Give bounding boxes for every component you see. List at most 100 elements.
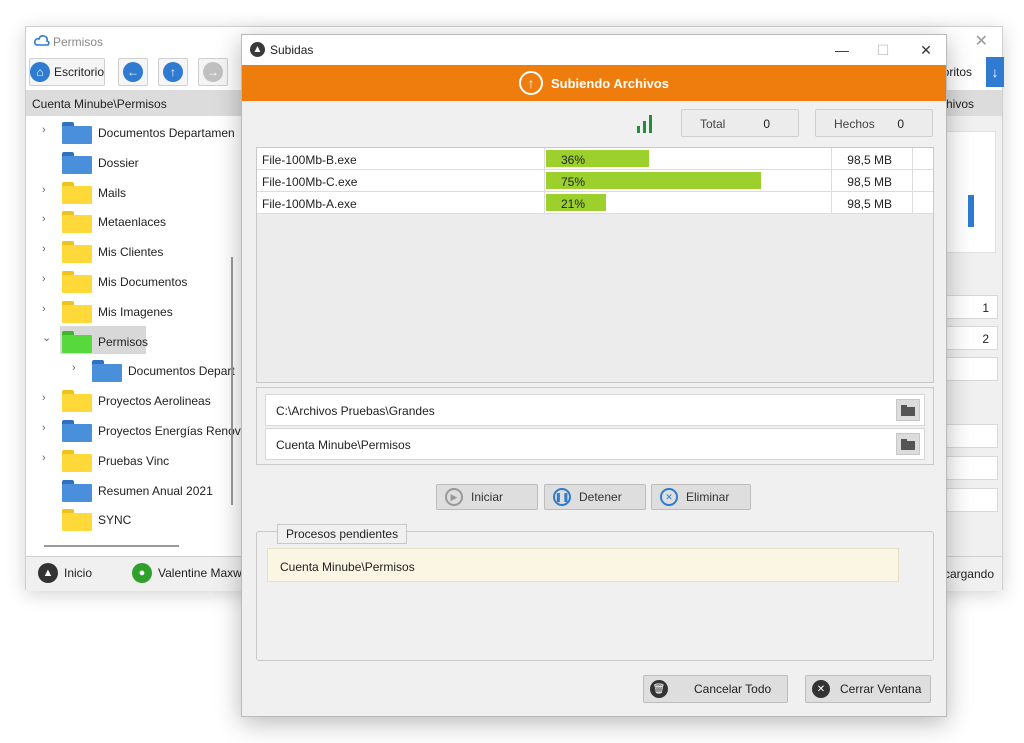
tree-item-label: Metaenlaces [98,215,167,230]
folder-icon [62,390,92,413]
bg-window-title: Permisos [53,35,104,49]
folder-icon [62,330,92,353]
remove-button[interactable]: ✕ Eliminar [651,484,751,510]
chevron-down-icon[interactable]: ⌄ [42,331,51,344]
tree-item-label: Pruebas Vinc [98,453,170,468]
minimize-button[interactable]: — [828,39,856,61]
chevron-right-icon[interactable]: › [42,124,46,136]
pending-item-text: Cuenta Minube\Permisos [280,560,415,574]
bg-right-accent [968,195,974,227]
pending-item[interactable]: Cuenta Minube\Permisos [267,548,899,582]
user-icon: ● [132,563,152,583]
up-button[interactable]: ↑ [158,58,188,86]
back-button[interactable]: ← [118,58,148,86]
browse-dest-button[interactable] [896,433,920,455]
cancel-all-button[interactable]: 🗑 Cancelar Todo [643,675,788,703]
chevron-right-icon[interactable]: › [42,273,46,285]
upload-file-list[interactable]: File-100Mb-B.exe 36% 98,5 MB File-100Mb-C.e… [256,147,934,383]
tree-vertical-scrollbar[interactable] [231,257,233,505]
tree-item[interactable]: › Mails [42,179,126,207]
folder-tree: › Documentos Departamen Dossier › Mails › Meta… [26,116,242,556]
file-size: 98,5 MB [847,153,892,167]
user-name: Valentine Maxwe [158,566,249,580]
tree-item[interactable]: › Proyectos Energías Renov [42,417,241,445]
tree-item[interactable]: › Documentos Depart [72,357,235,385]
favorites-fragment[interactable]: oritos [943,65,972,79]
user-status[interactable]: ● Valentine Maxwe [132,563,249,583]
folder-icon [62,241,92,264]
bg-field[interactable] [946,424,998,448]
bg-number-field-2[interactable]: 2 [946,326,998,350]
signal-icon [637,115,657,133]
file-name: File-100Mb-B.exe [262,153,357,167]
folder-icon [62,122,92,144]
stop-button[interactable]: ❚❚ Detener [544,484,646,510]
upload-banner: ↑ Subiendo Archivos [242,65,946,101]
chevron-right-icon[interactable]: › [42,452,46,464]
tree-item-label: Mis Imagenes [98,304,173,319]
cancel-all-label: Cancelar Todo [694,682,772,696]
close-button[interactable]: ✕ [912,39,940,61]
trash-icon: 🗑 [650,680,668,698]
source-path-field[interactable]: C:\Archivos Pruebas\Grandes [265,394,925,426]
dialog-titlebar: ▲ Subidas — ☐ ✕ [242,35,946,65]
folder-icon [901,404,915,416]
tree-item[interactable]: › Mis Imagenes [42,298,173,326]
start-label: Iniciar [471,490,504,504]
chevron-right-icon[interactable]: › [42,422,46,434]
tree-item[interactable]: Resumen Anual 2021 [62,477,213,505]
chevron-right-icon[interactable]: › [42,243,46,255]
tree-item-label: Documentos Depart [128,364,235,379]
file-row[interactable]: File-100Mb-A.exe 21% 98,5 MB [257,192,933,214]
home-status-button[interactable]: ▲ Inicio [38,563,92,583]
file-row[interactable]: File-100Mb-B.exe 36% 98,5 MB [257,148,933,170]
download-arrow-icon[interactable]: ↓ [986,57,1004,87]
folder-icon [62,449,92,472]
tree-item-label: Proyectos Aerolineas [98,394,211,409]
upload-arrow-icon: ↑ [519,71,543,95]
bg-field[interactable] [946,357,998,381]
tree-item-label: Mis Clientes [98,245,164,260]
tree-item[interactable]: › Pruebas Vinc [42,447,170,475]
close-window-button[interactable]: ✕ Cerrar Ventana [805,675,931,703]
file-row[interactable]: File-100Mb-C.exe 75% 98,5 MB [257,170,933,192]
maximize-button[interactable]: ☐ [869,39,897,61]
tree-item[interactable]: › Proyectos Aerolineas [42,387,211,415]
dest-path-field[interactable]: Cuenta Minube\Permisos [265,428,925,460]
chevron-right-icon[interactable]: › [42,303,46,315]
chevron-right-icon[interactable]: › [42,392,46,404]
total-value: 0 [763,117,770,131]
desktop-button[interactable]: ⌂ Escritorio [29,58,105,86]
bg-field[interactable] [946,456,998,480]
folder-icon [901,438,915,450]
bg-field[interactable] [946,488,998,512]
tree-horizontal-scrollbar[interactable] [44,545,179,547]
home-icon: ⌂ [30,62,50,82]
forward-button[interactable]: → [198,58,228,86]
desktop-label: Escritorio [53,65,104,79]
tree-item[interactable]: › Documentos Departamen [42,119,235,147]
dest-path-text: Cuenta Minube\Permisos [276,438,411,452]
bg-close-button[interactable]: ✕ [975,31,988,51]
home-up-icon: ▲ [38,563,58,583]
bg-number-field-1[interactable]: 1 [946,295,998,319]
start-button[interactable]: ▶ Iniciar [436,484,538,510]
tree-item[interactable]: › Mis Clientes [42,238,164,266]
browse-source-button[interactable] [896,399,920,421]
tree-item[interactable]: › Mis Documentos [42,268,187,296]
home-status-label: Inicio [64,566,93,580]
file-size: 98,5 MB [847,175,892,189]
tree-item[interactable]: ⌄ Permisos [42,328,148,356]
stop-label: Detener [579,490,622,504]
row-divider [912,170,913,191]
tree-item[interactable]: Dossier [62,149,139,177]
tree-item[interactable]: › Metaenlaces [42,208,167,236]
progress-bar: 21% [544,192,832,213]
chevron-right-icon[interactable]: › [42,213,46,225]
tree-item-label: SYNC [98,513,132,528]
tree-item[interactable]: SYNC [62,506,131,534]
chevron-right-icon[interactable]: › [72,362,76,374]
done-label: Hechos [834,117,875,131]
banner-text: Subiendo Archivos [551,75,669,91]
chevron-right-icon[interactable]: › [42,184,46,196]
